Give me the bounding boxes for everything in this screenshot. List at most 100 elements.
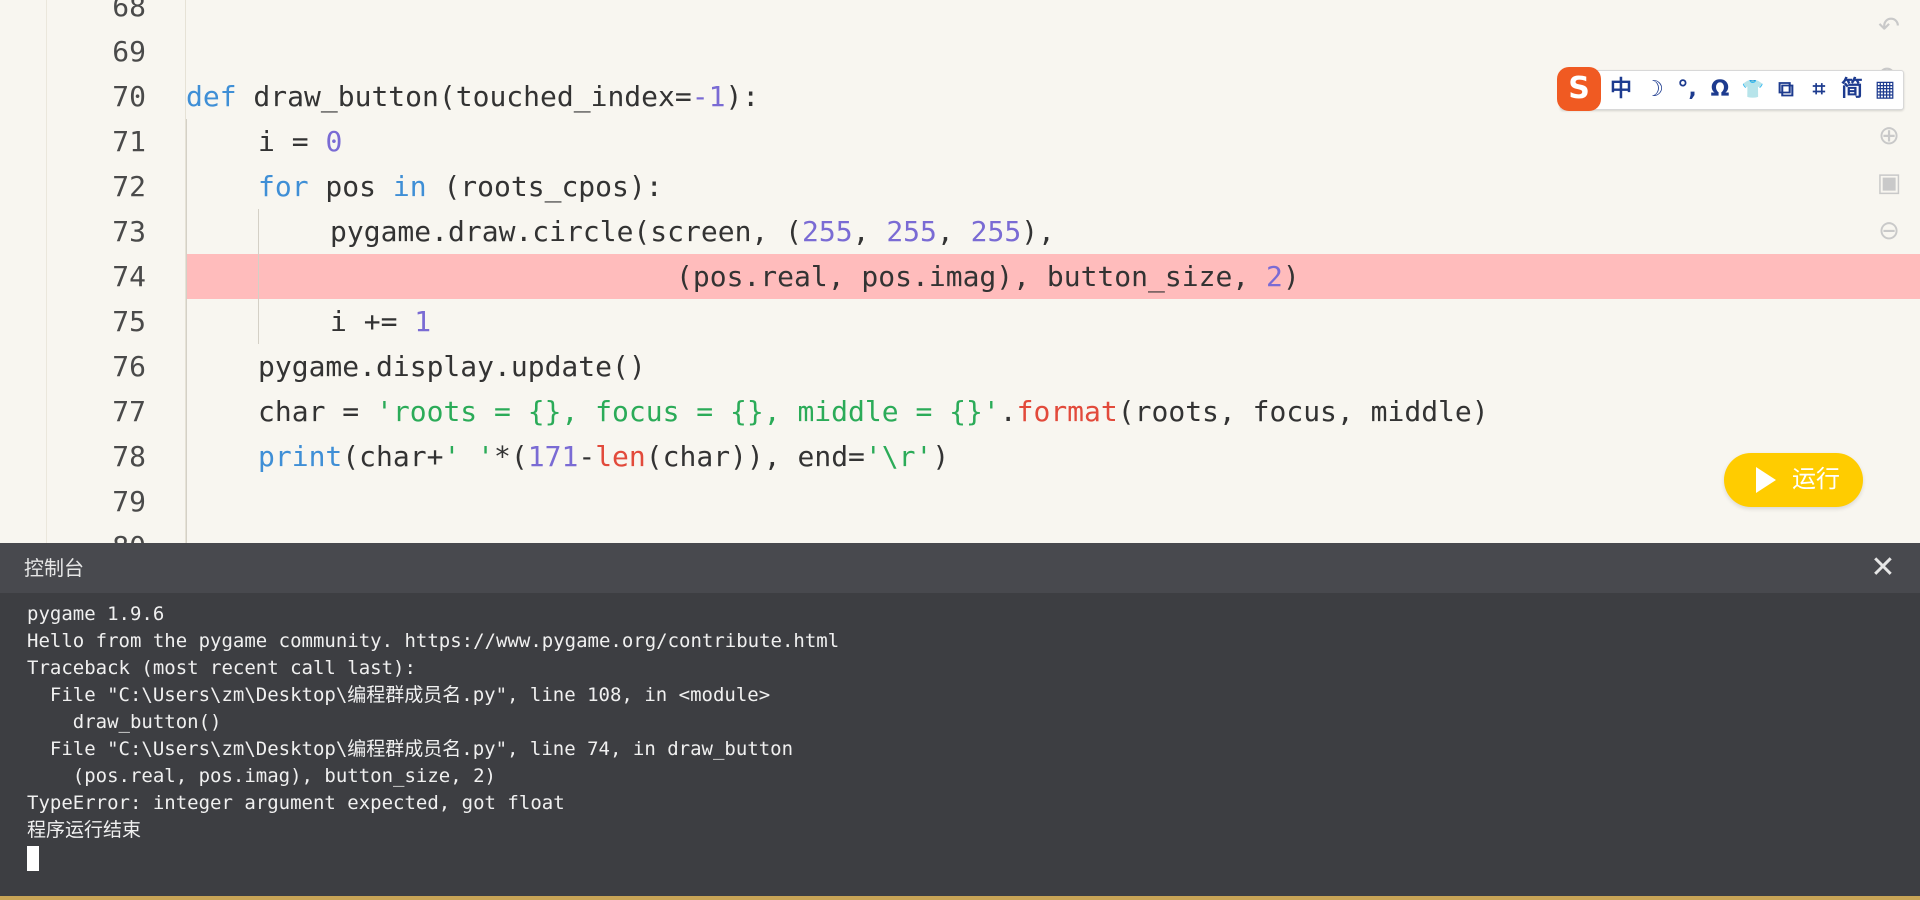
code-token: ) (1282, 260, 1300, 293)
line-number: 79 (112, 485, 146, 518)
undo-icon[interactable]: ↶ (1872, 10, 1906, 44)
ime-crop-icon[interactable]: ⌗ (1804, 73, 1834, 107)
code-line[interactable]: 73 pygame.draw.circle(screen, (255, 255,… (0, 209, 1920, 254)
line-number: 77 (112, 395, 146, 428)
console-line: File "C:\Users\zm\Desktop\编程群成员名.py", li… (27, 738, 794, 760)
code-text: char = 'roots = {}, focus = {}, middle =… (258, 389, 1489, 434)
code-line[interactable]: 77 char = 'roots = {}, focus = {}, middl… (0, 389, 1920, 434)
console-header: 控制台 ✕ (0, 543, 1920, 593)
code-token: (char)), end= (645, 440, 865, 473)
keyword-token: print (258, 440, 343, 473)
line-number: 73 (112, 215, 146, 248)
line-number: 69 (112, 35, 146, 68)
ime-halfwidth-icon[interactable]: ☽ (1639, 73, 1669, 107)
code-text: pygame.draw.circle(screen, (255, 255, 25… (330, 209, 1055, 254)
code-line[interactable]: 68 (0, 0, 1920, 29)
console-line: Hello from the pygame community. https:/… (27, 630, 840, 652)
code-editor[interactable]: 68 69 70 def draw_button(touched_index=-… (0, 0, 1920, 543)
keyword-token: def (186, 80, 237, 113)
code-token: *( (494, 440, 528, 473)
line-number: 70 (112, 80, 146, 113)
code-text: pygame.display.update() (258, 344, 646, 389)
console-line: 程序运行结束 (27, 819, 142, 841)
console-cursor (27, 846, 39, 871)
number-token: 255 (886, 215, 937, 248)
ime-simplified-icon[interactable]: 简 (1837, 73, 1867, 107)
code-token: ), (1021, 215, 1055, 248)
number-token: 2 (1266, 260, 1283, 293)
string-token: '\r' (864, 440, 933, 473)
code-line[interactable]: 76 pygame.display.update() (0, 344, 1920, 389)
string-token: 'roots = {}, focus = {}, middle = {}' (376, 395, 1000, 428)
code-text: for pos in (roots_cpos): (258, 164, 663, 209)
code-token: ) (932, 440, 950, 473)
line-number: 80 (60, 524, 146, 543)
string-token: ' ' (443, 440, 495, 473)
code-token: . (999, 395, 1017, 428)
code-text: print(char+' '*(171-len(char)), end='\r'… (258, 434, 949, 479)
code-token: draw_button(touched_index= (236, 80, 692, 113)
indent-guide (258, 209, 259, 344)
code-line[interactable]: 80 (0, 524, 1920, 543)
zoom-out-icon[interactable]: ⊖ (1872, 214, 1906, 248)
ime-punctuation-icon[interactable]: °, (1672, 73, 1702, 107)
line-number: 71 (112, 125, 146, 158)
sogou-logo-icon[interactable]: S (1557, 67, 1601, 111)
number-token: 255 (970, 215, 1022, 248)
number-token: 1 (414, 305, 432, 338)
code-line[interactable]: 72 for pos in (roots_cpos): (0, 164, 1920, 209)
ime-chinese-mode-icon[interactable]: 中 (1606, 73, 1636, 107)
console-line: draw_button() (27, 711, 222, 733)
zoom-in-icon[interactable]: ⊕ (1872, 119, 1906, 153)
indent-guide (186, 119, 187, 543)
ime-symbol-icon[interactable]: Ω (1705, 73, 1735, 107)
line-number: 74 (112, 260, 146, 293)
code-line[interactable]: 78 print(char+' '*(171-len(char)), end='… (0, 434, 1920, 479)
code-token: (pos.real, pos.imag), button_size, (676, 260, 1267, 293)
code-token: , (936, 215, 971, 248)
run-button[interactable]: 运行 (1724, 453, 1863, 507)
code-token: , (852, 215, 887, 248)
actual-size-icon[interactable]: ▣ (1872, 166, 1906, 200)
code-token: i += (330, 305, 415, 338)
code-text: i += 1 (330, 299, 431, 344)
builtin-token: format (1016, 395, 1118, 428)
ime-toolbar[interactable]: S 中 ☽ °, Ω 👕 ⧉ ⌗ 简 ▦ (1557, 67, 1904, 111)
run-button-label: 运行 (1792, 466, 1840, 493)
code-token: pygame.draw.circle(screen, ( (330, 215, 803, 248)
code-line[interactable]: 79 (0, 479, 1920, 524)
keyword-token: for (258, 170, 309, 203)
code-line[interactable]: 71 i = 0 (0, 119, 1920, 164)
code-token: (char+ (342, 440, 444, 473)
code-token: pos (308, 170, 393, 203)
ime-skin-icon[interactable]: 👕 (1738, 73, 1768, 107)
line-number: 75 (112, 305, 146, 338)
number-token: -1 (691, 80, 726, 113)
code-token: (roots_cpos): (426, 170, 663, 203)
console-panel[interactable]: 控制台 ✕ pygame 1.9.6 Hello from the pygame… (0, 543, 1920, 900)
console-line: File "C:\Users\zm\Desktop\编程群成员名.py", li… (27, 684, 771, 706)
play-icon (1756, 467, 1776, 493)
ime-menu-icon[interactable]: ▦ (1870, 73, 1900, 107)
line-number: 76 (112, 350, 146, 383)
bottom-edge (0, 896, 1920, 900)
close-icon[interactable]: ✕ (1866, 551, 1900, 585)
console-line: TypeError: integer argument expected, go… (27, 792, 565, 814)
code-line[interactable]: 69 (0, 29, 1920, 74)
line-number: 78 (112, 440, 146, 473)
number-token: 255 (802, 215, 853, 248)
console-line: Traceback (most recent call last): (27, 657, 416, 679)
builtin-token: len (595, 440, 646, 473)
code-token: ): (725, 80, 760, 113)
code-line-error[interactable]: 74 (pos.real, pos.imag), button_size, 2) (0, 254, 1920, 299)
code-line[interactable]: 75 i += 1 (0, 299, 1920, 344)
keyword-token: in (392, 170, 427, 203)
code-token: - (578, 440, 596, 473)
code-text: def draw_button(touched_index=-1): (186, 74, 759, 119)
ime-tools-icon[interactable]: ⧉ (1771, 73, 1801, 107)
code-text: (pos.real, pos.imag), button_size, 2) (676, 254, 1300, 299)
console-output[interactable]: pygame 1.9.6 Hello from the pygame commu… (27, 601, 1887, 871)
console-line: (pos.real, pos.imag), button_size, 2) (27, 765, 496, 787)
console-line: pygame 1.9.6 (27, 603, 165, 625)
code-token: char = (258, 395, 377, 428)
